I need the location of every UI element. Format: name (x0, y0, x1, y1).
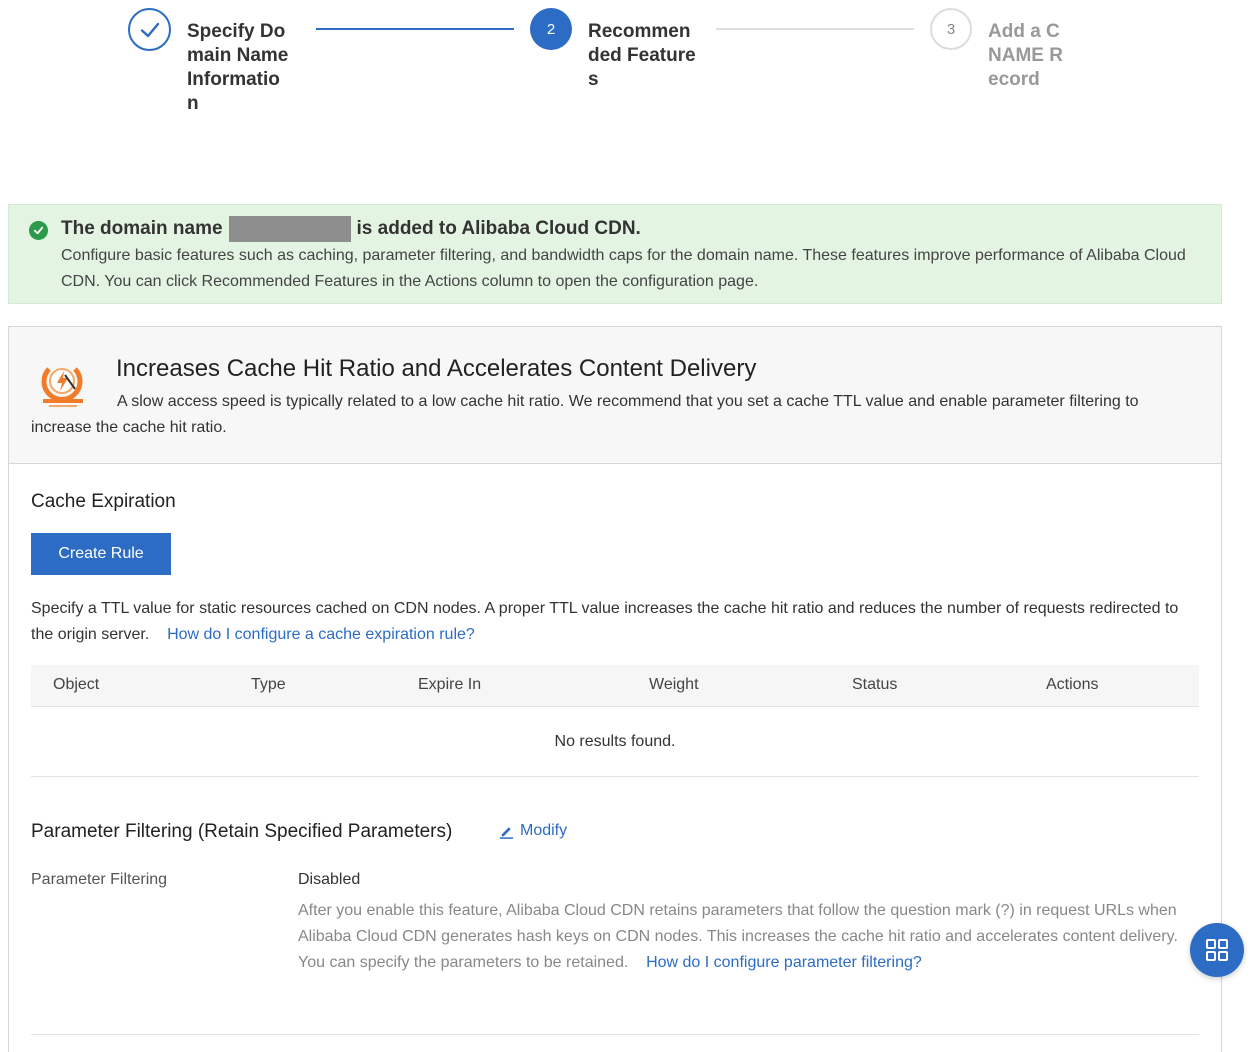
step-2-label: Recommen ded Features (588, 21, 696, 90)
step-3-number: 3 (930, 8, 972, 50)
column-status: Status (852, 676, 898, 693)
panel-header: Increases Cache Hit Ratio and Accelerate… (9, 327, 1221, 464)
check-icon (128, 8, 171, 51)
column-type: Type (251, 676, 286, 693)
recommendation-panel: Increases Cache Hit Ratio and Accelerate… (8, 326, 1222, 1052)
step-2-number: 2 (530, 8, 572, 50)
banner-title-suffix: is added to Alibaba Cloud CDN. (356, 218, 641, 239)
step-1: Specify Domain Name Informatio n (128, 8, 291, 116)
parameter-filtering-status: Disabled (298, 871, 361, 888)
step-1-label: Specify Domain Name Informatio n (187, 21, 289, 114)
cache-expiration-description: Specify a TTL value for static resources… (31, 596, 1191, 648)
parameter-filtering-title: Parameter Filtering (Retain Specified Pa… (31, 821, 453, 842)
column-object: Object (53, 676, 100, 693)
masked-domain-name (228, 216, 351, 242)
parameter-filtering-help-link[interactable]: How do I configure parameter filtering? (646, 954, 922, 971)
column-expire-in: Expire In (418, 676, 482, 693)
column-actions: Actions (1046, 676, 1099, 693)
cache-expiration-title: Cache Expiration (31, 491, 176, 512)
panel-title: Increases Cache Hit Ratio and Accelerate… (116, 355, 757, 382)
success-banner: The domain name is added to Alibaba Clou… (8, 204, 1222, 304)
modify-label: Modify (520, 822, 568, 839)
success-check-icon (29, 221, 48, 240)
modify-parameter-filtering-button[interactable]: Modify (499, 822, 567, 840)
step-connector-2 (716, 28, 914, 30)
create-rule-button[interactable]: Create Rule (31, 533, 171, 575)
banner-title-prefix: The domain name (61, 218, 223, 239)
cache-rules-table-header: Object Type Expire In Weight Status Acti… (31, 665, 1199, 707)
step-3-label: Add a CNAME Record (988, 21, 1063, 90)
banner-title: The domain name is added to Alibaba Clou… (61, 216, 641, 242)
cache-expiration-help-link[interactable]: How do I configure a cache expiration ru… (167, 626, 475, 643)
column-weight: Weight (649, 676, 699, 693)
parameter-filtering-label: Parameter Filtering (31, 871, 168, 888)
step-2: 2 Recommen ded Features (530, 8, 698, 92)
parameter-filtering-description: After you enable this feature, Alibaba C… (298, 898, 1198, 976)
section-divider (31, 1034, 1199, 1035)
grid-icon (1205, 938, 1229, 962)
floating-menu-button[interactable] (1190, 923, 1244, 977)
edit-pencil-icon (499, 824, 514, 839)
panel-description: A slow access speed is typically related… (31, 393, 1139, 436)
step-3: 3 Add a CNAME Record (930, 8, 1068, 92)
step-connector-1 (316, 28, 514, 30)
banner-description: Configure basic features such as caching… (61, 247, 1186, 290)
table-empty-state: No results found. (31, 707, 1199, 777)
